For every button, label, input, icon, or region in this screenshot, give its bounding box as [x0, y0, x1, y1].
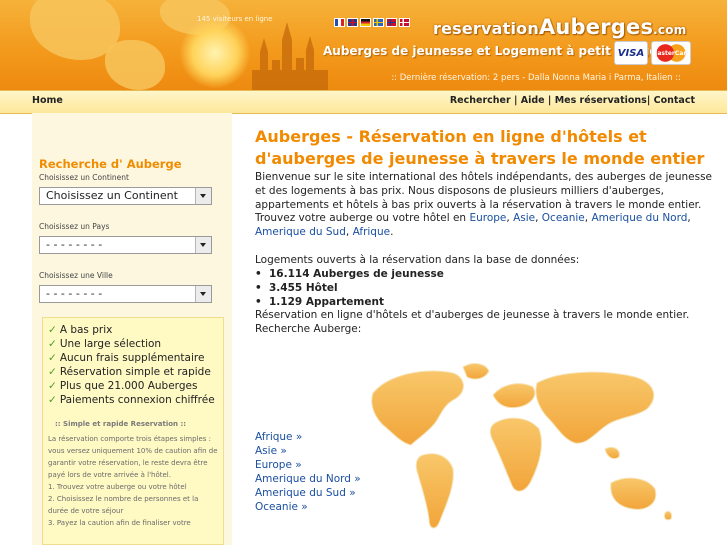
payment-cards: VISA MasterCard	[614, 41, 691, 65]
nav-separator: |	[646, 95, 654, 106]
checkmark-icon: ✓	[48, 380, 57, 392]
site-tagline: Auberges de jeunesse et Logement à petit…	[323, 44, 664, 58]
benefit-item: ✓ A bas prix	[48, 324, 112, 336]
benefit-text: A bas prix	[59, 324, 113, 336]
benefit-text: Réservation simple et rapide	[59, 366, 211, 378]
logo-text-auberges: Auberges	[538, 15, 654, 39]
site-header: 145 visiteurs en ligne reservationAuberg…	[0, 0, 727, 90]
checkmark-icon: ✓	[48, 394, 57, 406]
step-1: 1. Trouvez votre auberge ou votre hôtel	[48, 483, 187, 491]
nav-separator: |	[544, 95, 555, 106]
intro-link-asie[interactable]: Asie	[513, 212, 535, 224]
visitors-online-count: 145 visiteurs en ligne	[197, 15, 273, 23]
chevron-down-icon[interactable]	[195, 286, 211, 302]
continent-select[interactable]: Choisissez un Continent	[39, 187, 212, 205]
logo-text-reservation: reservation	[433, 19, 539, 38]
pays-select[interactable]: - - - - - - - -	[39, 236, 212, 254]
world-map-image[interactable]	[343, 353, 683, 545]
benefit-item: ✓ Paiements connexion chiffrée	[48, 394, 215, 406]
header-map-decoration	[105, 40, 165, 90]
ville-select-value: - - - - - - - -	[46, 287, 103, 300]
intro-link-oceanie[interactable]: Oceanie	[542, 212, 585, 224]
steps-description: La réservation comporte trois étapes sim…	[48, 433, 218, 529]
flag-se-icon[interactable]	[373, 18, 384, 27]
benefit-text: Une large sélection	[59, 338, 162, 350]
ville-label: Choisissez une Ville	[39, 271, 113, 280]
steps-intro: La réservation comporte trois étapes sim…	[48, 435, 218, 479]
checkmark-icon: ✓	[48, 352, 57, 364]
site-logo[interactable]: reservationAuberges.com	[433, 15, 686, 39]
benefit-text: Aucun frais supplémentaire	[59, 352, 205, 364]
pays-select-value: - - - - - - - -	[46, 238, 103, 251]
continent-link-oceanie[interactable]: Oceanie »	[255, 501, 308, 513]
intro-link-amerique-du-nord[interactable]: Amerique du Nord	[591, 212, 687, 224]
continent-link-asie[interactable]: Asie »	[255, 445, 287, 457]
sun-graphic	[180, 18, 250, 88]
benefit-item: ✓ Plus que 21.000 Auberges	[48, 380, 197, 392]
stats-item: 3.455 Hôtel	[255, 281, 444, 295]
steps-title: :: Simple et rapide Reservation ::	[55, 420, 187, 428]
continent-link-europe[interactable]: Europe »	[255, 459, 302, 471]
ville-select[interactable]: - - - - - - - -	[39, 285, 212, 303]
flag-no-icon[interactable]	[386, 18, 397, 27]
stats-list: 16.114 Auberges de jeunesse 3.455 Hôtel …	[255, 267, 444, 309]
checkmark-icon: ✓	[48, 338, 57, 350]
flag-uk-icon[interactable]	[347, 18, 358, 27]
nav-right-links: Rechercher | Aide | Mes réservations| Co…	[450, 95, 695, 106]
continent-link-amerique-du-sud[interactable]: Amerique du Sud »	[255, 487, 356, 499]
last-reservation-ticker: :: Dernière réservation: 2 pers - Dalla …	[391, 73, 681, 83]
flag-de-icon[interactable]	[360, 18, 371, 27]
intro-link-europe[interactable]: Europe	[469, 212, 506, 224]
stats-label: Logements ouverts à la réservation dans …	[255, 254, 580, 266]
flag-fr-icon[interactable]	[334, 18, 345, 27]
main-content: Auberges - Réservation en ligne d'hôtels…	[255, 113, 727, 545]
mastercard-icon: MasterCard	[651, 41, 691, 65]
checkmark-icon: ✓	[48, 366, 57, 378]
nav-rechercher-link[interactable]: Rechercher	[450, 95, 511, 106]
continent-link-amerique-du-nord[interactable]: Amerique du Nord »	[255, 473, 361, 485]
nav-mes-reservations-link[interactable]: Mes réservations	[555, 95, 647, 106]
benefit-item: ✓ Réservation simple et rapide	[48, 366, 211, 378]
benefit-item: ✓ Une large sélection	[48, 338, 161, 350]
benefit-text: Plus que 21.000 Auberges	[59, 380, 198, 392]
flag-dk-icon[interactable]	[399, 18, 410, 27]
continent-select-value: Choisissez un Continent	[46, 189, 178, 202]
recherche-text: Réservation en ligne d'hôtels et d'auber…	[255, 309, 690, 335]
cathedral-silhouette-icon	[252, 22, 328, 90]
logo-text-com: .com	[653, 23, 687, 37]
intro-link-amerique-du-sud[interactable]: Amerique du Sud	[255, 226, 346, 238]
continent-label: Choisissez un Continent	[39, 173, 129, 182]
page-title: Auberges - Réservation en ligne d'hôtels…	[255, 127, 705, 168]
main-navigation: Home Rechercher | Aide | Mes réservation…	[0, 90, 727, 114]
chevron-down-icon[interactable]	[195, 188, 211, 204]
checkmark-icon: ✓	[48, 324, 57, 336]
step-2: 2. Choisissez le nombre de personnes et …	[48, 495, 199, 515]
search-title: Recherche d' Auberge	[39, 157, 182, 171]
stats-item: 1.129 Appartement	[255, 295, 444, 309]
benefit-item: ✓ Aucun frais supplémentaire	[48, 352, 204, 364]
intro-link-afrique[interactable]: Afrique	[353, 226, 391, 238]
benefits-box: ✓ A bas prix ✓ Une large sélection ✓ Aucun …	[42, 317, 224, 545]
intro-paragraph: Bienvenue sur le site international des …	[255, 171, 713, 239]
chevron-down-icon[interactable]	[195, 237, 211, 253]
pays-label: Choisissez un Pays	[39, 222, 110, 231]
nav-contact-link[interactable]: Contact	[654, 95, 695, 106]
nav-aide-link[interactable]: Aide	[521, 95, 545, 106]
nav-separator: |	[510, 95, 521, 106]
stats-item: 16.114 Auberges de jeunesse	[255, 267, 444, 281]
step-3: 3. Payez la caution afin de finaliser vo…	[48, 519, 191, 527]
benefit-text: Paiements connexion chiffrée	[59, 394, 215, 406]
continent-links: Afrique » Asie » Europe » Amerique du No…	[255, 430, 361, 514]
nav-home-link[interactable]: Home	[32, 95, 63, 106]
language-flags	[334, 18, 410, 28]
continent-link-afrique[interactable]: Afrique »	[255, 431, 302, 443]
visa-card-icon: VISA	[614, 41, 648, 65]
search-sidebar: Recherche d' Auberge Choisissez un Conti…	[32, 113, 232, 545]
